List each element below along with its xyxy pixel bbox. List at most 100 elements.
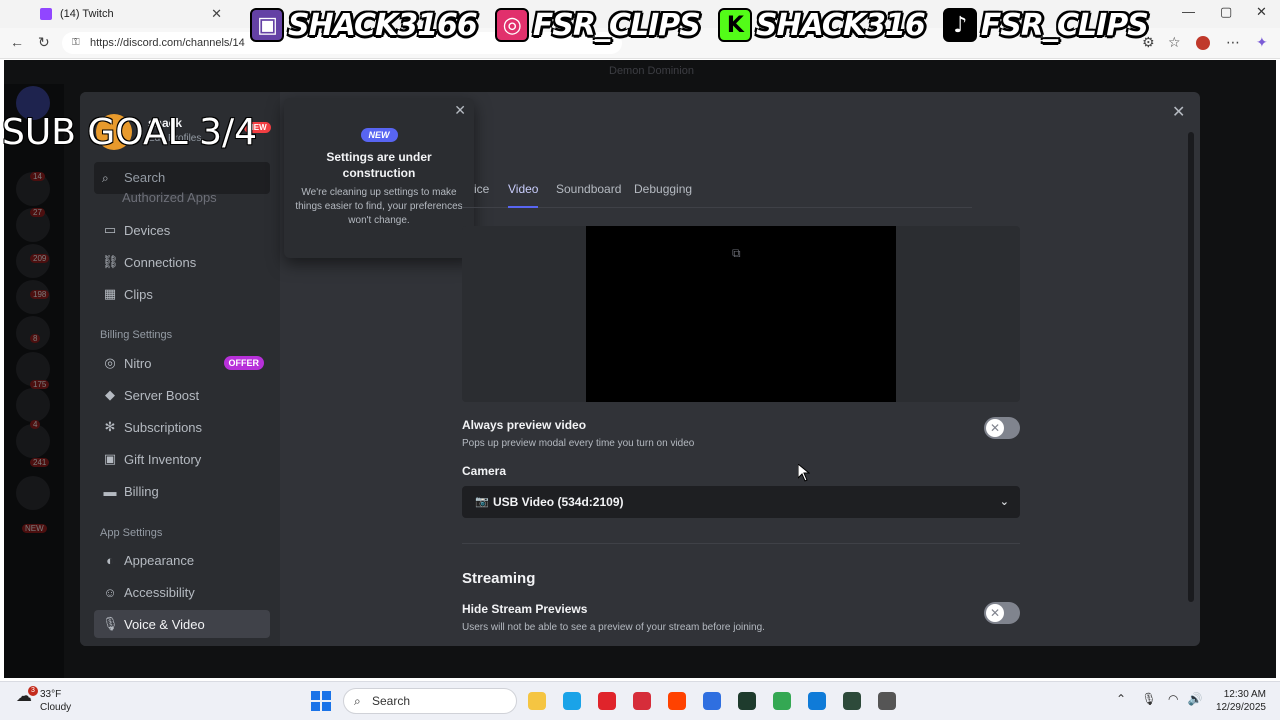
banner-item: ◎ FSR_CLIPS [494,8,701,43]
chevron-down-icon: ⌄ [999,496,1009,508]
scrollbar[interactable] [1188,132,1194,602]
reload-icon[interactable]: ↻ [38,34,50,51]
browser-tab-twitch[interactable]: (14) Twitch ✕ [30,2,230,26]
shield-app-icon[interactable] [633,692,651,710]
camera-icon: 📷 [475,496,489,508]
copilot-icon[interactable]: ✦ [1256,34,1268,51]
file-explorer-icon[interactable] [528,692,546,710]
search-icon: ⌕ [354,694,361,708]
settings-app-icon[interactable] [878,692,896,710]
terminal-icon[interactable] [738,692,756,710]
edge-icon[interactable] [563,692,581,710]
toggle-off-icon: ✕ [986,604,1004,622]
video-preview: ⧉ [586,226,896,402]
tab-video[interactable]: Video [508,182,539,208]
popover-text: We're cleaning up settings to make thing… [295,187,463,226]
tab-debugging[interactable]: Debugging [634,182,692,206]
browser-tab-title: (14) Twitch [60,8,114,20]
sidebar-item-label: Connections [124,254,197,270]
nvidia-icon[interactable] [843,692,861,710]
new-badge: NEW [360,128,398,142]
video-preview-area: ⧉ [462,226,1020,402]
back-icon[interactable]: ← [10,34,24,50]
close-window-icon[interactable]: ✕ [1256,4,1267,20]
store-icon[interactable] [703,692,721,710]
banner-item: K SHACK316 [717,8,926,43]
hide-stream-previews-toggle[interactable]: ✕ [984,602,1020,624]
always-preview-label: Always preview video [462,418,587,432]
always-preview-description: Pops up preview modal every time you tur… [462,438,695,449]
system-tray: ⌃ 🎙 ◠ 🔊 [1116,692,1203,706]
sidebar-item-accessibility[interactable]: ☺ Accessibility [94,578,270,606]
hide-stream-previews-description: Users will not be able to see a preview … [462,622,765,633]
wifi-icon[interactable]: ◠ [1168,692,1178,706]
sidebar-item-clips[interactable]: ▦ Clips [94,280,270,308]
tab-voice[interactable]: ice [474,182,489,206]
sidebar-item-voice-video[interactable]: 🎙 Voice & Video [94,610,270,638]
mic-icon: 🎙 [102,616,119,631]
notification-badge: 3 [28,686,38,696]
streaming-heading: Streaming [462,570,536,587]
sidebar-item-label: Billing [124,483,159,499]
settings-construction-popover: ✕ NEW Settings are under construction We… [284,98,474,258]
palette-icon: ◐ [106,552,114,568]
camera-select[interactable]: 📷 USB Video (534d:2109) ⌄ [462,486,1020,518]
profile-avatar[interactable] [1196,36,1210,50]
minimize-icon[interactable]: — [1182,4,1195,19]
close-settings-icon[interactable]: ✕ [1172,102,1185,122]
clock[interactable]: 12:30 AM 12/29/2025 [1210,688,1266,714]
offer-badge: OFFER [223,356,264,370]
camera-label: Camera [462,464,507,478]
kick-icon: K [717,8,752,42]
sidebar-item-authorized-apps[interactable]: Authorized Apps [122,190,217,205]
sidebar-item-billing[interactable]: ▬ Billing [94,477,270,505]
volume-icon[interactable]: 🔊 [1188,692,1203,706]
sidebar-item-gift-inventory[interactable]: ▣ Gift Inventory [94,445,270,473]
gift-icon: ▣ [103,451,117,466]
settings-content: ice Video Soundboard Debugging ⧉ Always … [462,92,1022,646]
sidebar-item-subscriptions[interactable]: ✻ Subscriptions [94,413,270,441]
chrome-icon[interactable] [773,692,791,710]
app-settings-section-header: App Settings [100,527,163,539]
maximize-icon[interactable]: ▢ [1220,4,1232,20]
always-preview-toggle[interactable]: ✕ [984,417,1020,439]
banner-handle: SHACK3166 [288,7,478,43]
tab-soundboard[interactable]: Soundboard [556,182,621,206]
instagram-icon: ◎ [494,8,529,42]
tiktok-icon: ♪ [942,8,977,42]
opera-icon[interactable] [598,692,616,710]
sidebar-item-appearance[interactable]: ◐ Appearance [94,546,270,574]
red-app-icon[interactable] [668,692,686,710]
start-button[interactable] [311,691,331,711]
sidebar-item-connections[interactable]: ⛓ Connections [94,248,270,276]
sidebar-item-label: Voice & Video [124,616,205,632]
microphone-icon[interactable]: 🎙 [1141,692,1156,706]
chevron-up-icon[interactable]: ⌃ [1116,692,1126,706]
more-menu-icon[interactable]: ⋯ [1226,34,1240,51]
taskbar-search[interactable]: ⌕ Search [343,688,517,714]
voice-video-tabs: ice Video Soundboard Debugging [462,176,972,208]
settings-sidebar: shack Edit Profiles NEW ⌕ Search Authori… [80,92,280,646]
edge-active-icon[interactable] [808,692,826,710]
sidebar-item-label: Gift Inventory [124,451,202,467]
popout-icon[interactable]: ⧉ [732,246,741,261]
clock-time: 12:30 AM [1223,689,1266,700]
sidebar-item-server-boost[interactable]: ◆ Server Boost [94,381,270,409]
close-tab-icon[interactable]: ✕ [211,6,222,22]
billing-section-header: Billing Settings [100,329,173,341]
card-icon: ▬ [103,483,117,499]
link-icon: ⛓ [102,254,119,269]
popover-title: Settings are under construction [326,150,432,180]
search-placeholder: Search [124,170,166,185]
sidebar-item-devices[interactable]: ▭ Devices [94,216,270,244]
accessibility-icon: ☺ [103,584,117,600]
sidebar-item-nitro[interactable]: ◎ Nitro OFFER [94,349,270,377]
sidebar-item-label: Clips [124,286,153,302]
subscriptions-icon: ✻ [104,419,116,434]
clips-icon: ▦ [103,286,117,301]
settings-modal: shack Edit Profiles NEW ⌕ Search Authori… [80,92,1200,646]
favorites-icon[interactable]: ☆ [1168,34,1181,51]
toggle-off-icon: ✕ [986,419,1004,437]
site-info-icon[interactable]: ⚿ [72,32,80,54]
sidebar-item-label: Server Boost [124,387,200,403]
